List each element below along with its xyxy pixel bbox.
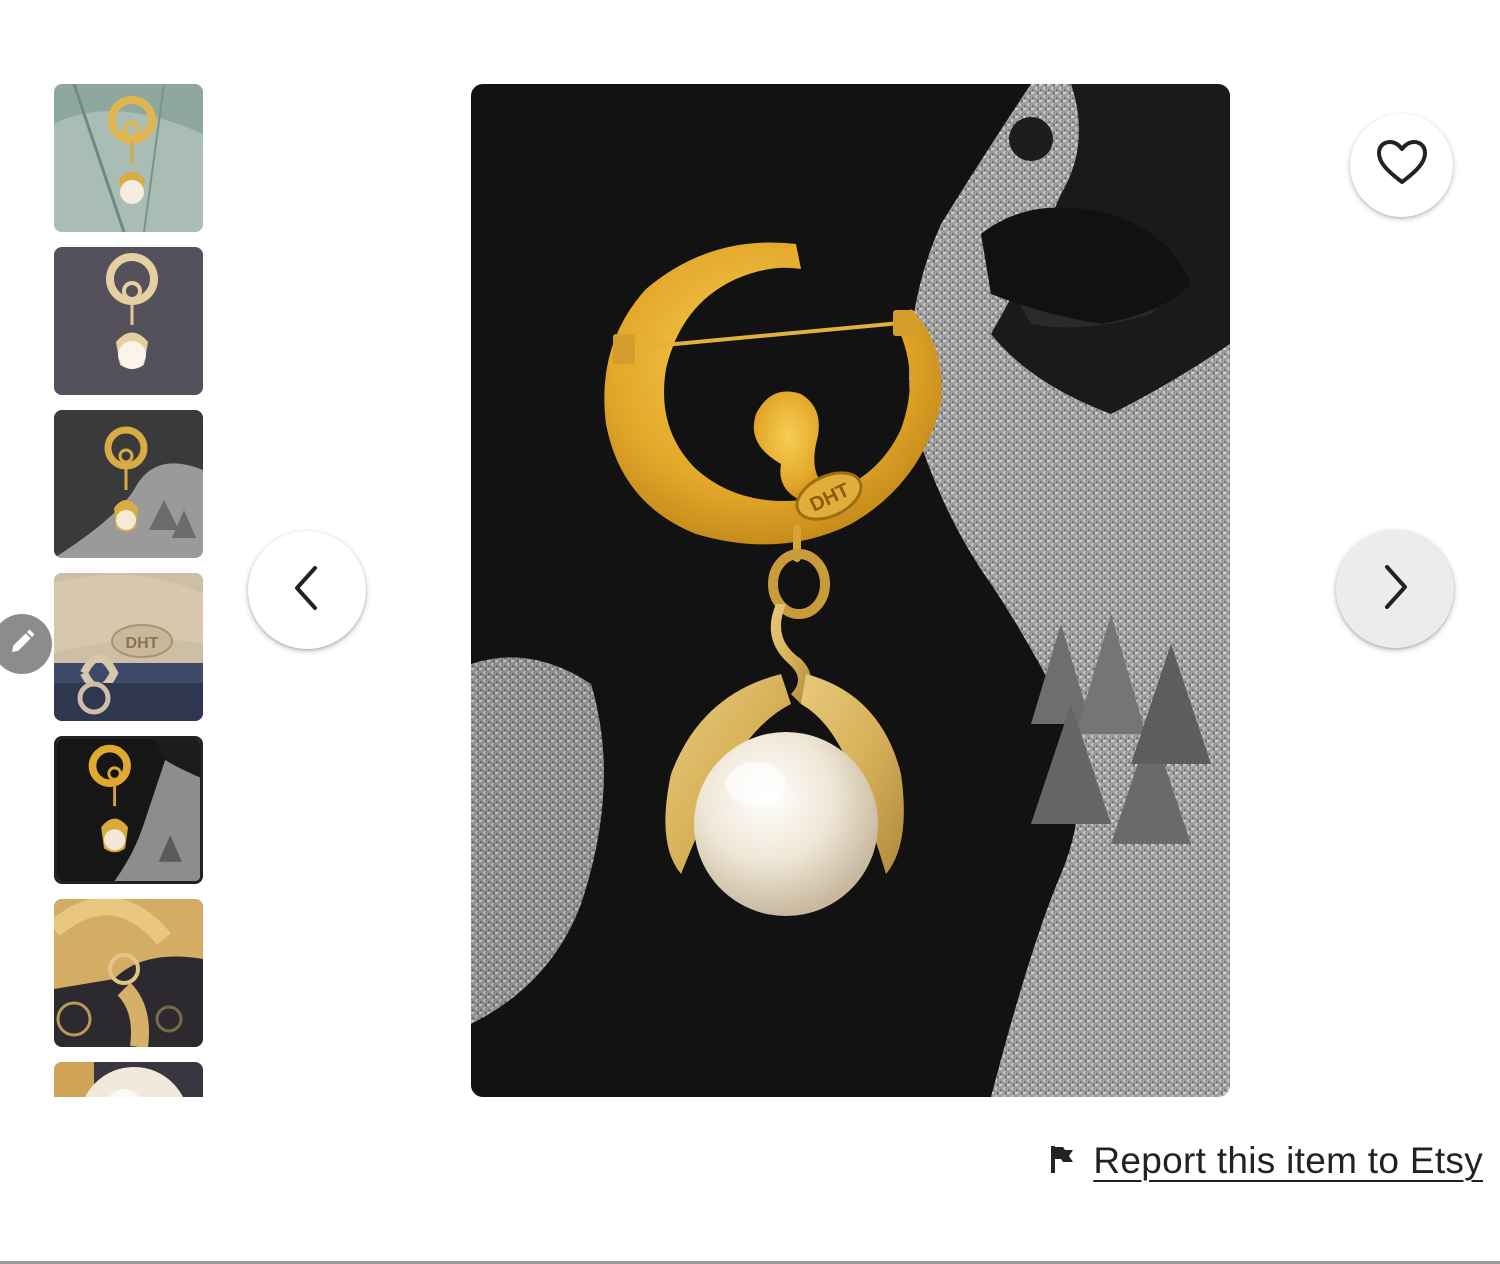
heart-icon [1376,140,1428,191]
report-item-link[interactable]: Report this item to Etsy [1049,1140,1483,1182]
previous-image-button[interactable] [248,531,366,649]
report-item-label[interactable]: Report this item to Etsy [1093,1140,1483,1182]
thumbnail-4[interactable]: DHT [54,573,203,721]
thumbnail-5[interactable] [54,736,203,884]
thumbnail-strip[interactable]: DHT [54,84,203,1097]
thumbnail-1[interactable] [54,84,203,232]
svg-text:DHT: DHT [126,635,159,652]
thumbnail-3[interactable] [54,410,203,558]
edit-button[interactable] [0,614,52,674]
listing-gallery: DHT DHT Report this item to Etsy [0,0,1500,1264]
next-image-button[interactable] [1336,530,1454,648]
flag-icon [1049,1144,1075,1179]
chevron-left-icon [287,563,327,618]
thumbnail-7[interactable] [54,1062,203,1097]
pencil-icon [7,627,37,662]
favorite-button[interactable] [1350,114,1453,217]
thumbnail-6[interactable] [54,899,203,1047]
thumbnail-2[interactable] [54,247,203,395]
main-product-image[interactable]: DHT [471,84,1230,1097]
chevron-right-icon [1375,562,1415,617]
